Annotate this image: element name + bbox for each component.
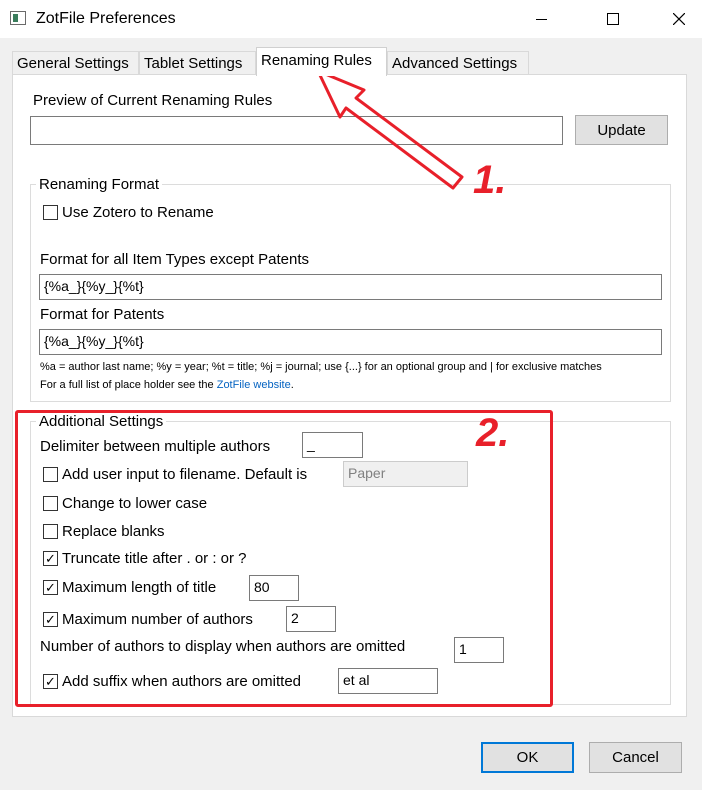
tab-renaming-rules[interactable]: Renaming Rules (256, 47, 387, 76)
annotation-arrow-icon (316, 69, 464, 190)
